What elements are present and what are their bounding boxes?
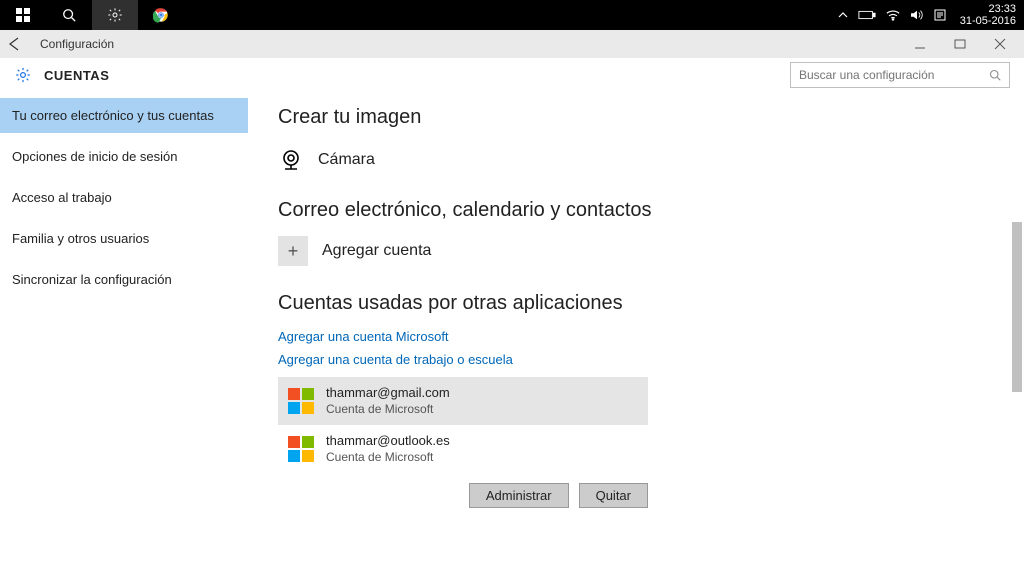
section-title: CUENTAS (44, 68, 109, 83)
search-icon (989, 69, 1001, 81)
plus-icon: + (278, 236, 308, 266)
maximize-button[interactable] (954, 38, 972, 50)
remove-button[interactable]: Quitar (579, 483, 648, 508)
microsoft-logo-icon (288, 436, 314, 462)
settings-gear-icon[interactable] (14, 66, 32, 84)
account-email: thammar@gmail.com (326, 385, 450, 401)
account-buttons: Administrar Quitar (278, 483, 648, 508)
settings-search[interactable] (790, 62, 1010, 88)
wifi-icon[interactable] (886, 9, 900, 21)
account-email: thammar@outlook.es (326, 433, 450, 449)
camera-icon (278, 147, 304, 173)
taskbar-clock[interactable]: 23:33 31-05-2016 (954, 3, 1016, 27)
sidebar-item-label: Opciones de inicio de sesión (12, 149, 178, 164)
account-item[interactable]: thammar@outlook.es Cuenta de Microsoft (278, 425, 648, 473)
main-content: Crear tu imagen Cámara Correo electrónic… (248, 92, 1024, 575)
body: Tu correo electrónico y tus cuentas Opci… (0, 92, 1024, 575)
scrollbar-thumb[interactable] (1012, 222, 1022, 392)
taskbar-right: 23:33 31-05-2016 (830, 0, 1024, 30)
heading-create-image: Crear tu imagen (278, 106, 994, 129)
scrollbar[interactable] (1010, 162, 1024, 575)
sidebar-item-signin-options[interactable]: Opciones de inicio de sesión (0, 139, 248, 174)
battery-icon[interactable] (858, 10, 876, 20)
account-kind: Cuenta de Microsoft (326, 449, 450, 465)
account-text: thammar@outlook.es Cuenta de Microsoft (326, 433, 450, 465)
account-list: thammar@gmail.com Cuenta de Microsoft th… (278, 377, 648, 473)
taskbar-left (0, 0, 184, 30)
taskbar-search-button[interactable] (46, 0, 92, 30)
clock-time: 23:33 (960, 3, 1016, 15)
taskbar-settings-button[interactable] (92, 0, 138, 30)
sidebar-item-label: Sincronizar la configuración (12, 272, 172, 287)
sidebar-item-family[interactable]: Familia y otros usuarios (0, 221, 248, 256)
notes-icon[interactable] (934, 9, 946, 21)
add-account-label: Agregar cuenta (322, 242, 431, 260)
account-item[interactable]: thammar@gmail.com Cuenta de Microsoft (278, 377, 648, 425)
sidebar-item-label: Tu correo electrónico y tus cuentas (12, 108, 214, 123)
add-account-row[interactable]: + Agregar cuenta (278, 236, 994, 266)
start-button[interactable] (0, 0, 46, 30)
sidebar-item-sync[interactable]: Sincronizar la configuración (0, 262, 248, 297)
window-controls (914, 38, 1018, 50)
volume-icon[interactable] (910, 9, 924, 21)
taskbar-chrome-button[interactable] (138, 0, 184, 30)
sidebar-item-work-access[interactable]: Acceso al trabajo (0, 180, 248, 215)
link-add-work-school-account[interactable]: Agregar una cuenta de trabajo o escuela (278, 352, 994, 367)
account-kind: Cuenta de Microsoft (326, 401, 450, 417)
camera-label: Cámara (318, 151, 375, 169)
settings-header: CUENTAS (0, 58, 1024, 92)
clock-date: 31-05-2016 (960, 15, 1016, 27)
minimize-button[interactable] (914, 38, 932, 50)
tray-chevron-icon[interactable] (838, 10, 848, 20)
link-add-microsoft-account[interactable]: Agregar una cuenta Microsoft (278, 329, 994, 344)
tray-icons (838, 9, 946, 21)
sidebar-item-email-accounts[interactable]: Tu correo electrónico y tus cuentas (0, 98, 248, 133)
microsoft-logo-icon (288, 388, 314, 414)
window-title: Configuración (40, 37, 114, 51)
camera-row[interactable]: Cámara (278, 147, 994, 173)
sidebar-item-label: Familia y otros usuarios (12, 231, 149, 246)
close-button[interactable] (994, 38, 1012, 50)
search-input[interactable] (799, 68, 989, 82)
taskbar: 23:33 31-05-2016 (0, 0, 1024, 30)
back-button[interactable] (6, 36, 34, 52)
sidebar-item-label: Acceso al trabajo (12, 190, 112, 205)
window-titlebar: Configuración (0, 30, 1024, 58)
heading-email: Correo electrónico, calendario y contact… (278, 199, 994, 222)
manage-button[interactable]: Administrar (469, 483, 569, 508)
sidebar: Tu correo electrónico y tus cuentas Opci… (0, 92, 248, 575)
heading-other-apps: Cuentas usadas por otras aplicaciones (278, 292, 994, 315)
account-text: thammar@gmail.com Cuenta de Microsoft (326, 385, 450, 417)
